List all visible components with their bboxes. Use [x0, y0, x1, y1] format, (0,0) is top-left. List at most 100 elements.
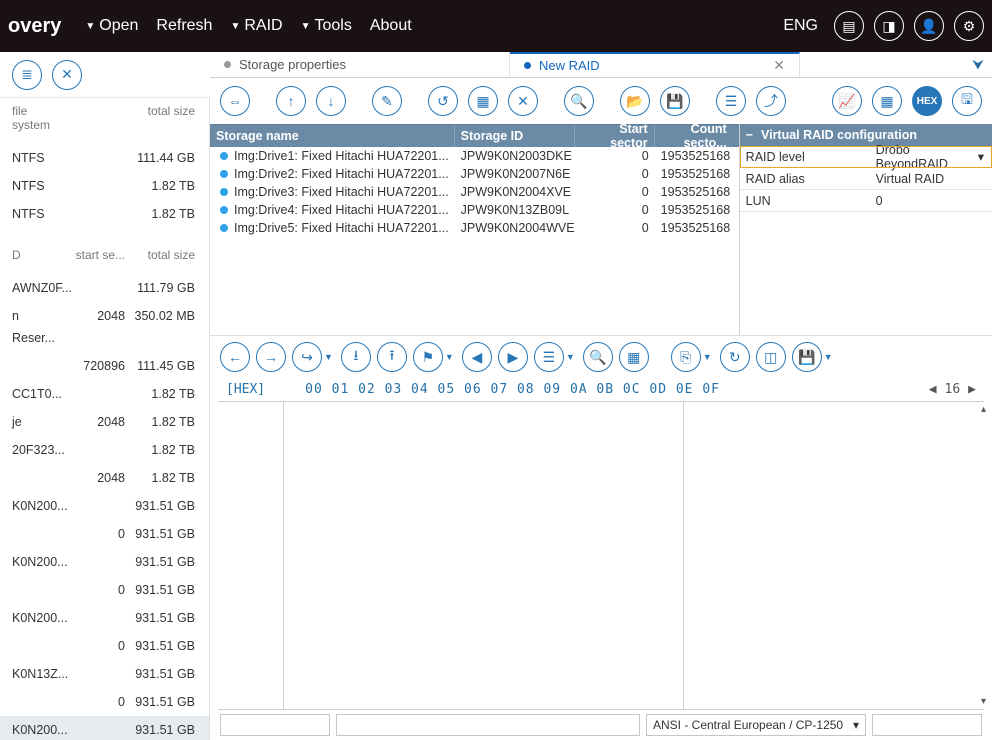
storage-row[interactable]: Img:Drive3: Fixed Hitachi HUA72201...JPW…: [210, 183, 739, 201]
open-folder-icon[interactable]: 📂: [620, 86, 650, 116]
sidebar-row[interactable]: 20481.82 TB: [0, 464, 209, 492]
sidebar-row[interactable]: 0931.51 GB: [0, 688, 209, 716]
hex-mode-badge[interactable]: HEX: [912, 86, 942, 116]
nav-back-icon[interactable]: ←: [220, 342, 250, 372]
storage-row[interactable]: Img:Drive1: Fixed Hitachi HUA72201...JPW…: [210, 147, 739, 165]
language-selector[interactable]: ENG: [783, 17, 818, 35]
save-hex-icon[interactable]: 💾: [792, 342, 822, 372]
scroll-up-icon[interactable]: ▴: [981, 404, 986, 415]
menu-refresh[interactable]: Refresh: [150, 13, 218, 39]
sidebar-row[interactable]: 0931.51 GB: [0, 576, 209, 604]
layers-icon[interactable]: ☰: [716, 86, 746, 116]
col-filesystem[interactable]: file system: [4, 104, 55, 132]
encoding-combo[interactable]: ANSI - Central European / CP-1250 ▾: [646, 714, 866, 736]
collapse-icon[interactable]: −: [746, 128, 753, 142]
sidebar-row[interactable]: NTFS1.82 TB: [0, 200, 209, 228]
save-layout-icon[interactable]: 🖫: [952, 86, 982, 116]
col-count-sectors[interactable]: Count secto...: [655, 125, 739, 147]
remove-icon[interactable]: ✕: [508, 86, 538, 116]
col-id[interactable]: D: [4, 248, 55, 262]
sidebar-row[interactable]: K0N200...931.51 GB: [0, 604, 209, 632]
user-icon[interactable]: 👤: [914, 11, 944, 41]
bookmark-icon[interactable]: ⚑: [413, 342, 443, 372]
col-storage-id[interactable]: Storage ID: [455, 125, 575, 147]
tag-right-icon[interactable]: ▶: [498, 342, 528, 372]
raid-config-row[interactable]: RAID aliasVirtual RAID: [740, 168, 992, 190]
tab-close-icon[interactable]: ✕: [773, 57, 785, 74]
settings-gear-icon[interactable]: ⚙: [954, 11, 984, 41]
menu-raid[interactable]: ▼RAID: [224, 13, 288, 39]
dropdown-icon[interactable]: ▼: [324, 352, 333, 362]
refresh-icon[interactable]: ↻: [720, 342, 750, 372]
dropdown-icon[interactable]: ▼: [445, 352, 454, 362]
sidebar-row[interactable]: 0931.51 GB: [0, 632, 209, 660]
menu-open[interactable]: ▼Open: [79, 13, 144, 39]
tab-storage-properties[interactable]: Storage properties: [210, 52, 510, 77]
col-totalsize[interactable]: total size: [125, 248, 205, 262]
export-icon[interactable]: ⤴: [756, 86, 786, 116]
nav-forward-icon[interactable]: →: [256, 342, 286, 372]
sidebar-row[interactable]: 0931.51 GB: [0, 520, 209, 548]
activity-icon[interactable]: 📈: [832, 86, 862, 116]
page-prev-icon[interactable]: ◀: [929, 382, 937, 397]
hex-aux-input[interactable]: [872, 714, 982, 736]
raid-config-row[interactable]: LUN0: [740, 190, 992, 212]
list-view-icon[interactable]: ≣: [12, 60, 42, 90]
move-up-icon[interactable]: ↑: [276, 86, 306, 116]
sidebar-row[interactable]: NTFS111.44 GB: [0, 144, 209, 172]
tabs-overflow-icon[interactable]: ⮟: [972, 56, 992, 73]
storage-row[interactable]: Img:Drive4: Fixed Hitachi HUA72201...JPW…: [210, 201, 739, 219]
zoom-icon[interactable]: 🔍: [583, 342, 613, 372]
storage-row[interactable]: Img:Drive2: Fixed Hitachi HUA72201...JPW…: [210, 165, 739, 183]
fit-width-icon[interactable]: ⇔: [220, 86, 250, 116]
sidebar-row[interactable]: K0N13Z...931.51 GB: [0, 660, 209, 688]
sidebar-row[interactable]: je20481.82 TB: [0, 408, 209, 436]
upload-icon[interactable]: ⭱: [377, 342, 407, 372]
sidebar-row[interactable]: CC1T0...1.82 TB: [0, 380, 209, 408]
sidebar-row[interactable]: K0N200...931.51 GB: [0, 548, 209, 576]
menu-about[interactable]: About: [364, 13, 418, 39]
search-icon[interactable]: 🔍: [564, 86, 594, 116]
hex-label: [HEX]: [226, 382, 265, 397]
col-totalsize[interactable]: total size: [125, 104, 205, 132]
close-icon[interactable]: ✕: [52, 60, 82, 90]
panel-layout-icon[interactable]: ◨: [874, 11, 904, 41]
raid-config-row[interactable]: RAID levelDrobo BeyondRAID▾: [740, 146, 992, 168]
sidebar-row[interactable]: 720896111.45 GB: [0, 352, 209, 380]
dropdown-icon[interactable]: ▼: [566, 352, 575, 362]
page-next-icon[interactable]: ▶: [968, 382, 976, 397]
edit-icon[interactable]: ✎: [372, 86, 402, 116]
move-down-icon[interactable]: ↓: [316, 86, 346, 116]
activity-log-icon[interactable]: ▤: [834, 11, 864, 41]
tag-left-icon[interactable]: ◀: [462, 342, 492, 372]
hex-goto-input[interactable]: [220, 714, 330, 736]
save-icon[interactable]: 💾: [660, 86, 690, 116]
sidebar-row[interactable]: AWNZ0F...111.79 GB: [0, 274, 209, 302]
nav-forward-step-icon[interactable]: ↪: [292, 342, 322, 372]
list-icon[interactable]: ☰: [534, 342, 564, 372]
download-icon[interactable]: ⭳: [341, 342, 371, 372]
col-storage-name[interactable]: Storage name: [210, 125, 455, 147]
scroll-down-icon[interactable]: ▾: [981, 696, 986, 707]
sidebar-row[interactable]: n Reser...2048350.02 MB: [0, 302, 209, 352]
columns-icon[interactable]: ◫: [756, 342, 786, 372]
chevron-down-icon[interactable]: ▾: [978, 149, 984, 164]
sidebar-row[interactable]: K0N200...931.51 GB: [0, 492, 209, 520]
table-icon[interactable]: ▦: [619, 342, 649, 372]
hex-search-input[interactable]: [336, 714, 640, 736]
grid-icon[interactable]: ▦: [872, 86, 902, 116]
chip-icon[interactable]: ▦: [468, 86, 498, 116]
sidebar-row[interactable]: K0N200...931.51 GB: [0, 716, 209, 740]
dropdown-icon[interactable]: ▼: [703, 352, 712, 362]
tab-new-raid[interactable]: New RAID ✕: [510, 52, 800, 77]
chevron-down-icon: ▾: [853, 718, 859, 732]
sidebar-row[interactable]: 20F323...1.82 TB: [0, 436, 209, 464]
col-start-sector[interactable]: Start sector: [575, 125, 655, 147]
col-startsector[interactable]: start se...: [55, 248, 125, 262]
copy-icon[interactable]: ⎘: [671, 342, 701, 372]
sidebar-row[interactable]: NTFS1.82 TB: [0, 172, 209, 200]
storage-row[interactable]: Img:Drive5: Fixed Hitachi HUA72201...JPW…: [210, 219, 739, 237]
undo-icon[interactable]: ↺: [428, 86, 458, 116]
dropdown-icon[interactable]: ▼: [824, 352, 833, 362]
menu-tools[interactable]: ▼Tools: [295, 13, 358, 39]
